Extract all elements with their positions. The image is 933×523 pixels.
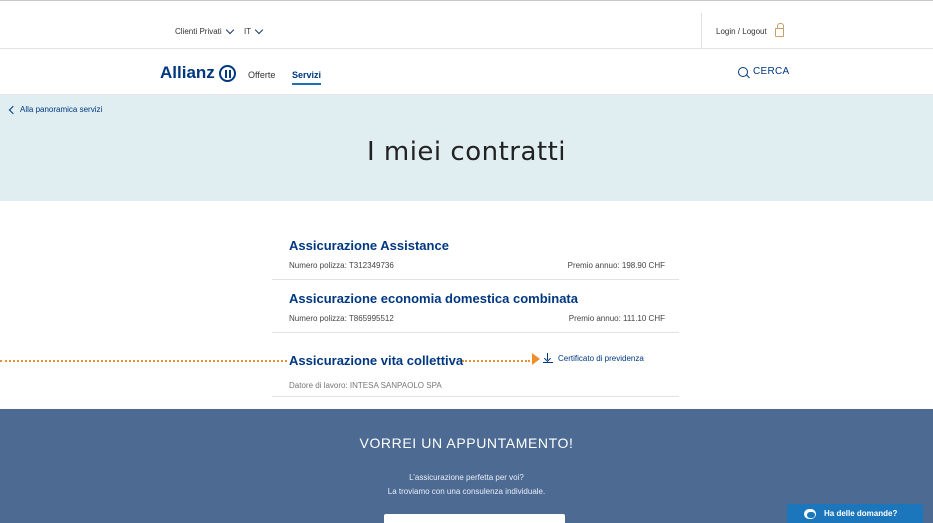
download-label: Certificato di previdenza [558,354,644,363]
nav-offerte[interactable]: Offerte [248,70,275,80]
chevron-left-icon [8,105,18,114]
segment-label: Clienti Privati [175,27,222,36]
appointment-text-1: L’assicurazione perfetta per voi? [409,473,524,482]
appointment-text-2: La troviamo con una consulenza individua… [387,487,546,496]
allianz-logo[interactable]: Allianz [160,63,236,83]
divider [701,13,702,50]
chat-button[interactable]: Ha delle domande? [787,504,923,523]
language-label: IT [244,27,252,36]
contract-title[interactable]: Assicurazione economia domestica combina… [289,291,578,306]
appointment-title: VORREI UN APPUNTAMENTO! [359,435,574,451]
allianz-eagle-icon [218,64,236,82]
login-label: Login / Logout [716,27,767,36]
chevron-down-icon [254,25,264,35]
download-icon [543,353,553,364]
nav-servizi[interactable]: Servizi [292,70,322,85]
lock-icon[interactable] [775,23,784,37]
employer: Datore di lavoro: INTESA SANPAOLO SPA [289,381,442,390]
search-button[interactable]: CERCA [738,66,790,77]
chat-bubble-icon [804,508,816,519]
login-link[interactable]: Login / Logout [716,27,767,36]
annual-premium: Premio annuo: 198.90 CHF [567,261,665,270]
annual-premium: Premio annuo: 111.10 CHF [568,314,665,323]
logo-text: Allianz [160,63,215,82]
appointment-button[interactable] [384,514,565,523]
highlight-dotted-line [0,360,287,362]
back-label: Alla panoramica servizi [20,105,103,114]
contract-card[interactable]: Assicurazione economia domestica combina… [272,291,679,333]
chevron-down-icon [225,25,234,35]
policy-number: Numero polizza: T312349736 [289,261,394,270]
chat-label: Ha delle domande? [824,509,898,518]
hero-banner: Alla panoramica servizi I miei contratti [0,95,933,201]
contract-title[interactable]: Assicurazione Assistance [289,238,449,253]
segment-dropdown[interactable]: Clienti Privati [175,25,234,36]
page-title: I miei contratti [366,137,567,167]
main-nav: Allianz Offerte Servizi CERCA [0,49,933,95]
back-link[interactable]: Alla panoramica servizi [8,105,103,114]
search-icon [738,66,748,77]
download-certificate-link[interactable]: Certificato di previdenza [543,353,644,364]
search-label: CERCA [753,66,790,77]
contract-title[interactable]: Assicurazione vita collettiva [289,353,463,368]
contract-card[interactable]: Assicurazione Assistance Numero polizza:… [272,238,679,280]
policy-number: Numero polizza: T865995512 [289,314,394,323]
language-dropdown[interactable]: IT [244,25,264,36]
top-utility-bar: Clienti Privati IT Login / Logout [0,0,933,50]
